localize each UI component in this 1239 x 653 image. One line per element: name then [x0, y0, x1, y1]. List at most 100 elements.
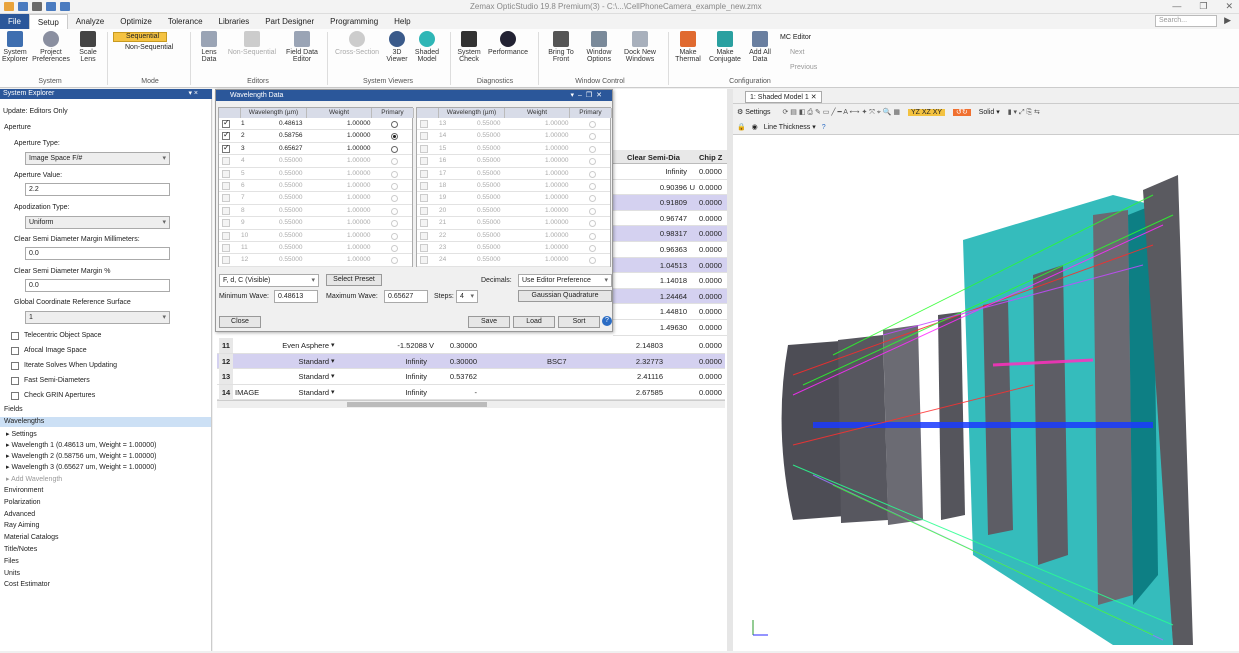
fast-semi-diameters-checkbox[interactable]: [11, 377, 19, 385]
primary-radio[interactable]: [589, 183, 596, 190]
lde-surface-row[interactable]: 12 Standard ▾ Infinity 0.30000 BSC7 2.32773 0.0…: [217, 353, 725, 369]
surface-type-arrow[interactable]: ▾: [331, 354, 335, 369]
lde-right-row[interactable]: 1.24464 0.0000: [613, 288, 727, 305]
gaussian-quadrature-button[interactable]: Gaussian Quadrature: [518, 290, 612, 302]
wl-enable-checkbox[interactable]: [420, 144, 428, 153]
wl-enable-checkbox[interactable]: [222, 194, 230, 203]
primary-radio[interactable]: [589, 195, 596, 203]
csd-mm-field[interactable]: 0.0: [25, 247, 170, 260]
advanced-section[interactable]: Advanced: [4, 511, 35, 518]
primary-radio[interactable]: [391, 170, 398, 178]
window-options-button[interactable]: Window Options: [580, 31, 618, 63]
3d-viewer-button[interactable]: 3D Viewer: [384, 31, 410, 63]
wl-weight[interactable]: 1.00000: [545, 180, 569, 192]
wl-value[interactable]: 0.55000: [279, 192, 303, 204]
cost-estimator-section[interactable]: Cost Estimator: [4, 581, 50, 588]
wavelength-row[interactable]: ✓ 1 0.48613 1.00000: [219, 118, 412, 131]
open-icon[interactable]: [18, 2, 28, 11]
primary-radio[interactable]: [589, 170, 596, 178]
wl-enable-checkbox[interactable]: [222, 244, 230, 252]
clear-semi-dia-cell[interactable]: 2.14803: [621, 338, 663, 353]
wavelength-row[interactable]: 10 0.55000 1.00000: [219, 230, 412, 242]
clear-semi-dia-cell[interactable]: 0.90396: [660, 180, 687, 195]
wl-weight[interactable]: 1.00000: [545, 143, 569, 155]
make-thermal-button[interactable]: Make Thermal: [672, 31, 704, 63]
primary-radio[interactable]: [391, 232, 398, 240]
update-mode[interactable]: Update: Editors Only: [3, 108, 68, 115]
wl-enable-checkbox[interactable]: [420, 132, 428, 141]
close-icon[interactable]: ✕: [1225, 1, 1233, 12]
thickness-cell[interactable]: 0.30000: [439, 354, 477, 369]
menu-file[interactable]: File: [0, 14, 29, 29]
chip-zone-cell[interactable]: 0.0000: [699, 338, 722, 353]
primary-radio[interactable]: [391, 245, 398, 252]
shaded-model-button[interactable]: Shaded Model: [412, 31, 442, 63]
clear-semi-dia-cell[interactable]: 1.44810: [660, 304, 687, 319]
aperture-value-field[interactable]: 2.2: [25, 183, 170, 196]
lde-right-row[interactable]: 0.96363 0.0000: [613, 242, 727, 258]
surface-type-arrow[interactable]: ▾: [331, 385, 335, 400]
wl-weight[interactable]: 1.00000: [347, 205, 371, 217]
max-wave-field[interactable]: 0.65627: [384, 290, 428, 303]
clear-semi-dia-cell[interactable]: Infinity: [665, 164, 687, 179]
wl-weight[interactable]: 1.00000: [545, 217, 569, 229]
wl-weight[interactable]: 1.00000: [347, 143, 371, 155]
sort-button[interactable]: Sort: [558, 316, 600, 328]
cross-section-button[interactable]: Cross-Section: [332, 31, 382, 56]
material-cell[interactable]: BSC7: [547, 354, 567, 369]
wl-enable-checkbox[interactable]: [222, 157, 230, 166]
clear-semi-dia-cell[interactable]: 1.14018: [660, 273, 687, 288]
lde-right-row[interactable]: 0.90396 U 0.0000: [613, 180, 727, 196]
gcrs-dropdown[interactable]: 1: [25, 311, 170, 324]
search-input[interactable]: Search...: [1155, 15, 1217, 27]
wl-settings-item[interactable]: ▸ Settings: [6, 430, 37, 438]
radius-cell[interactable]: Infinity: [377, 369, 427, 384]
wavelength-row[interactable]: 21 0.55000 1.00000: [417, 217, 610, 230]
wavelength-row[interactable]: 12 0.55000 1.00000: [219, 254, 412, 267]
wavelength-row[interactable]: 23 0.55000 1.00000: [417, 242, 610, 255]
menu-help[interactable]: Help: [386, 14, 418, 29]
wavelength-row[interactable]: 18 0.55000 1.00000: [417, 180, 610, 193]
menu-setup[interactable]: Setup: [28, 14, 68, 29]
wl-weight[interactable]: 1.00000: [545, 155, 569, 167]
wl-value[interactable]: 0.55000: [477, 155, 501, 167]
wl-enable-checkbox[interactable]: [420, 182, 428, 190]
wl-weight[interactable]: 1.00000: [347, 168, 371, 180]
clear-semi-dia-cell[interactable]: 2.41116: [621, 369, 663, 384]
wl-enable-checkbox[interactable]: [420, 120, 428, 128]
settings-button[interactable]: ⚙ Settings: [737, 109, 771, 116]
wl-value[interactable]: 0.55000: [477, 118, 501, 130]
wavelength-row[interactable]: 20 0.55000 1.00000: [417, 205, 610, 218]
wl-weight[interactable]: 1.00000: [545, 242, 569, 254]
lock-icon[interactable]: 🔒: [737, 124, 746, 131]
wavelength-row[interactable]: 9 0.55000 1.00000: [219, 217, 412, 230]
system-check-button[interactable]: System Check: [454, 31, 484, 63]
wl-value[interactable]: 0.55000: [279, 217, 303, 229]
wavelength-row[interactable]: 17 0.55000 1.00000: [417, 168, 610, 180]
primary-radio[interactable]: [589, 121, 596, 128]
surface-type[interactable]: Standard: [269, 354, 329, 369]
surface-type-arrow[interactable]: ▾: [331, 369, 335, 384]
lde-right-row[interactable]: 1.04513 0.0000: [613, 257, 727, 274]
wl-enable-checkbox[interactable]: [420, 231, 428, 240]
nsc-editor-button[interactable]: Non-Sequential: [224, 31, 280, 56]
viewer-help-icon[interactable]: ?: [822, 124, 826, 131]
clear-semi-dia-cell[interactable]: 1.24464: [660, 289, 687, 304]
environment-section[interactable]: Environment: [4, 487, 43, 494]
wl-value[interactable]: 0.55000: [477, 230, 501, 242]
primary-radio[interactable]: [589, 133, 596, 141]
wl-weight[interactable]: 1.00000: [545, 118, 569, 130]
wl-enable-checkbox[interactable]: [420, 244, 428, 252]
wl-value[interactable]: 0.55000: [477, 168, 501, 180]
wavelength-3-item[interactable]: ▸ Wavelength 3 (0.65627 um, Weight = 1.0…: [6, 463, 156, 471]
primary-radio[interactable]: [391, 207, 398, 215]
material-catalogs-section[interactable]: Material Catalogs: [4, 534, 58, 541]
wl-value[interactable]: 0.55000: [477, 242, 501, 254]
chip-zone-cell[interactable]: 0.0000: [699, 195, 722, 210]
surface-type[interactable]: Standard: [269, 369, 329, 384]
chip-zone-cell[interactable]: 0.0000: [699, 180, 722, 195]
camera-icon[interactable]: ◉: [752, 124, 758, 131]
files-section[interactable]: Files: [4, 558, 19, 565]
next-config-button[interactable]: Next: [790, 49, 804, 56]
menu-tolerance[interactable]: Tolerance: [160, 14, 211, 29]
